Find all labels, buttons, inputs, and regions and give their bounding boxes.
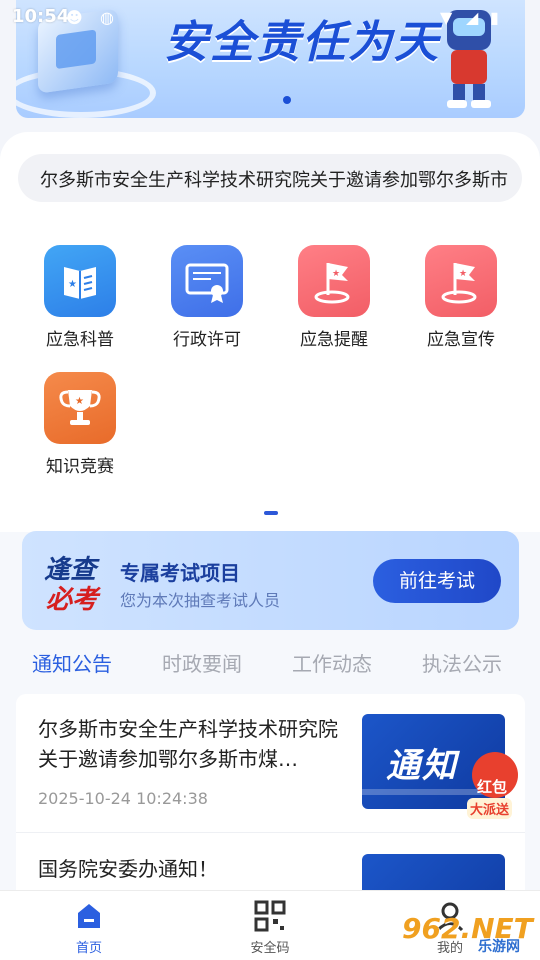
flag-location-icon: ★: [298, 245, 370, 317]
news-title: 国务院安委办通知！: [38, 857, 218, 881]
certificate-icon: [171, 245, 243, 317]
watermark-sub: 乐游网: [478, 939, 520, 955]
main-content: 尔多斯市安全生产科学技术研究院关于邀请参加鄂尔多斯市 ★ 应急科普 行政许可 ★…: [0, 132, 540, 934]
exam-subtitle: 您为本次抽查考试人员: [120, 591, 281, 610]
signal-icon: ◢: [466, 8, 479, 27]
app-notification-icon: ☻: [66, 8, 83, 27]
exam-logo-line2: 必考: [46, 585, 99, 615]
trophy-icon: ★: [44, 372, 116, 444]
nav-label: 首页: [75, 941, 102, 956]
grid-page-indicator: [264, 511, 278, 515]
action-admin-license[interactable]: 行政许可: [157, 245, 257, 350]
tab-work-updates[interactable]: 工作动态: [292, 648, 372, 677]
tab-notices[interactable]: 通知公告: [32, 648, 112, 677]
action-label: 应急提醒: [300, 330, 368, 350]
action-emergency-reminder[interactable]: ★ 应急提醒: [284, 245, 384, 350]
list-item[interactable]: 尔多斯市安全生产科学技术研究院关于邀请参加鄂尔多斯市煤… 2025-10-24 …: [16, 694, 525, 834]
news-title: 尔多斯市安全生产科学技术研究院关于邀请参加鄂尔多斯市煤…: [38, 717, 338, 771]
exam-title: 专属考试项目: [120, 561, 240, 585]
tab-enforcement[interactable]: 执法公示: [422, 648, 502, 677]
shield-status-icon: ◍: [100, 8, 114, 27]
flag-location-icon: ★: [425, 245, 497, 317]
notice-marquee[interactable]: 尔多斯市安全生产科学技术研究院关于邀请参加鄂尔多斯市: [18, 154, 522, 202]
red-packet-float[interactable]: 红包 大派送: [464, 752, 526, 822]
action-emergency-science[interactable]: ★ 应急科普: [30, 245, 130, 350]
main-top-panel: 尔多斯市安全生产科学技术研究院关于邀请参加鄂尔多斯市 ★ 应急科普 行政许可 ★…: [0, 132, 540, 532]
news-tabs: 通知公告 时政要闻 工作动态 执法公示: [0, 642, 540, 682]
action-emergency-publicity[interactable]: ★ 应急宣传: [411, 245, 511, 350]
qr-code-icon: [253, 899, 287, 933]
action-label: 应急宣传: [427, 330, 495, 350]
svg-text:★: ★: [459, 269, 467, 279]
svg-text:★: ★: [332, 269, 340, 279]
action-label: 应急科普: [46, 330, 114, 350]
notice-marquee-text: 尔多斯市安全生产科学技术研究院关于邀请参加鄂尔多斯市: [40, 170, 508, 191]
svg-text:★: ★: [68, 279, 77, 290]
status-bar: 10:54 ☻ ◍ ▼ ◢ ▮: [0, 0, 540, 34]
red-packet-line1: 红包: [477, 778, 508, 796]
action-knowledge-contest[interactable]: ★ 知识竞赛: [30, 372, 130, 477]
go-exam-button[interactable]: 前往考试: [373, 559, 501, 603]
nav-home[interactable]: 首页: [44, 899, 134, 956]
wifi-icon: ▼: [440, 8, 453, 27]
tab-politics-news[interactable]: 时政要闻: [162, 648, 242, 677]
news-thumbnail-text: 通知: [386, 746, 458, 786]
nav-safety-code[interactable]: 安全码: [225, 899, 315, 956]
home-icon: [72, 899, 106, 933]
book-icon: ★: [44, 245, 116, 317]
red-packet-line2: 大派送: [467, 798, 513, 819]
svg-text:★: ★: [75, 396, 84, 407]
battery-icon: ▮: [490, 8, 499, 27]
exam-logo: 逢查 必考: [44, 549, 106, 615]
status-time: 10:54: [12, 6, 70, 27]
action-label: 行政许可: [173, 330, 241, 350]
news-time: 2025-10-24 10:24:38: [38, 789, 208, 808]
action-label: 知识竞赛: [46, 457, 114, 477]
nav-label: 安全码: [250, 941, 290, 956]
exam-card[interactable]: 逢查 必考 专属考试项目 您为本次抽查考试人员 前往考试: [22, 531, 519, 630]
divider: [16, 832, 525, 833]
banner-page-indicator: [283, 96, 291, 104]
